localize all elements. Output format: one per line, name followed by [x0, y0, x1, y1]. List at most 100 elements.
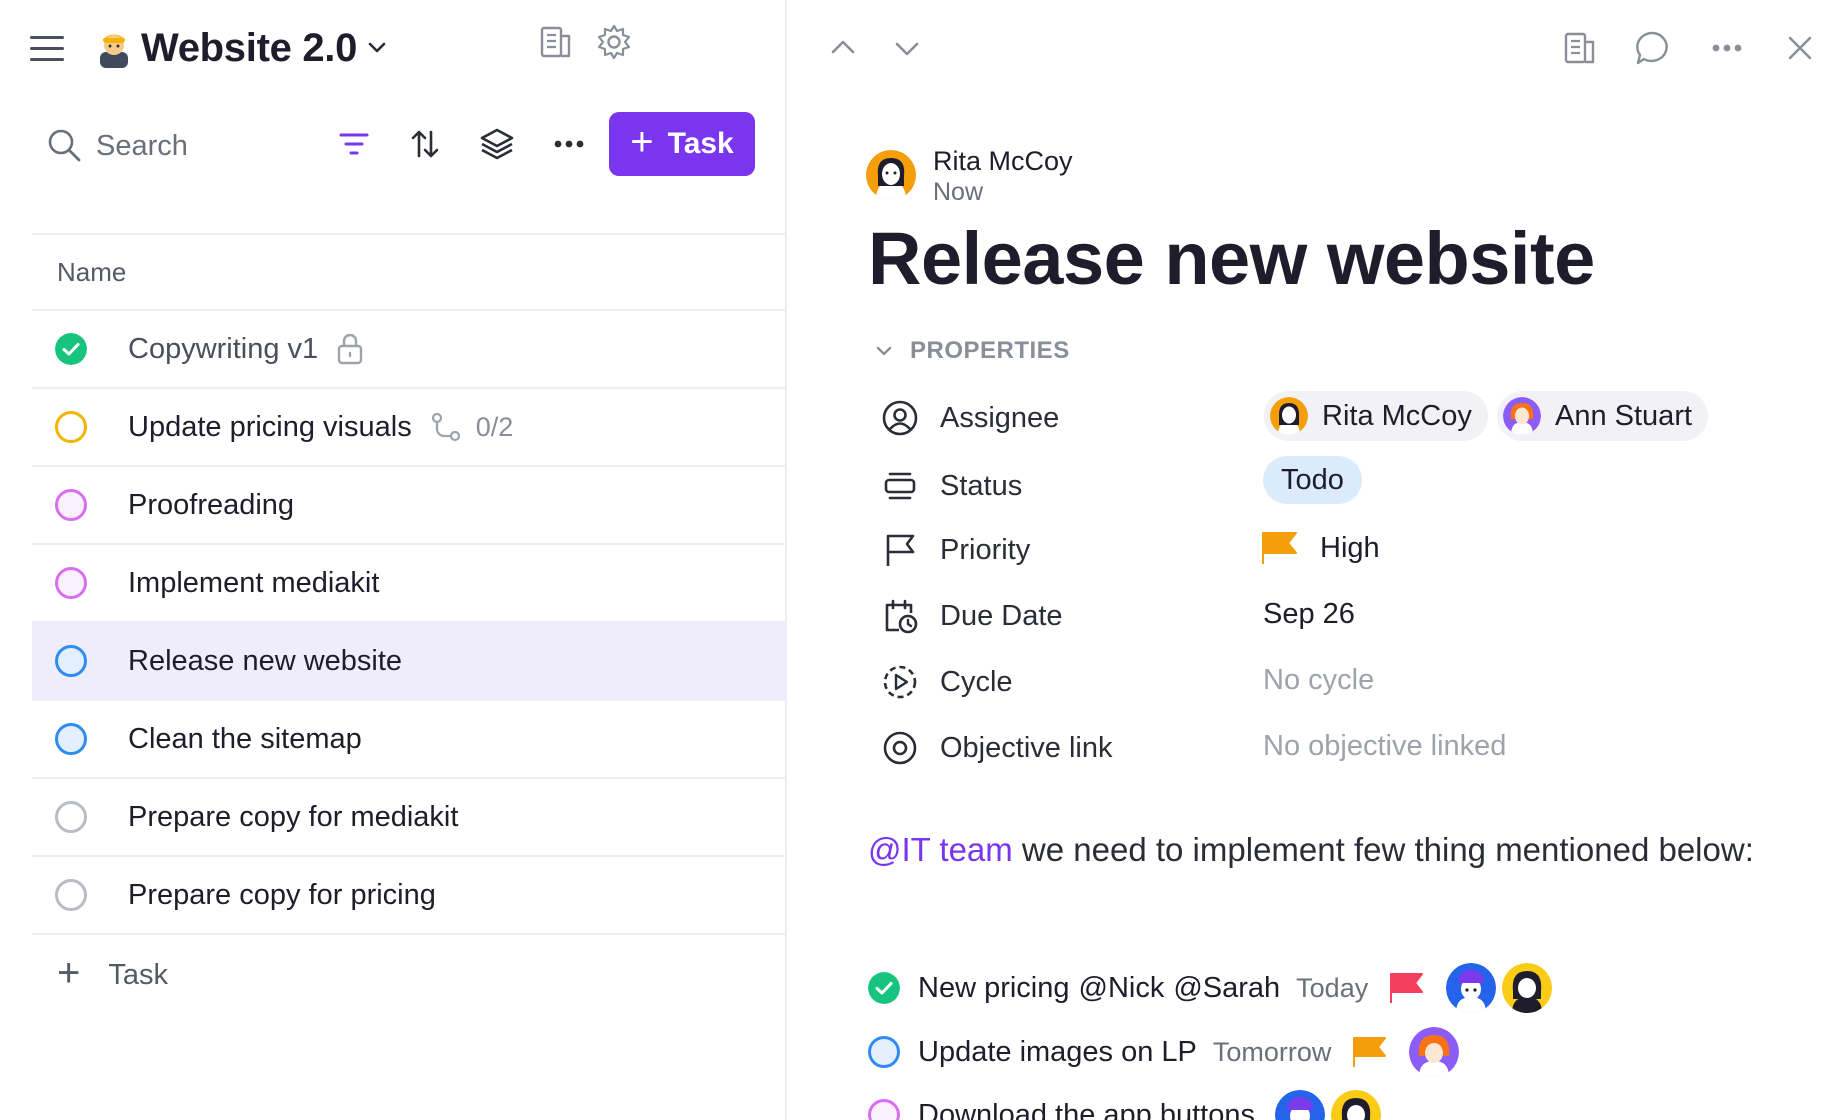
property-priority: Priority: [881, 525, 1030, 575]
property-due-date: Due Date: [881, 591, 1063, 641]
status-todo-icon[interactable]: [868, 1036, 900, 1068]
layers-icon[interactable]: [477, 124, 517, 164]
status-backlog-icon[interactable]: [55, 801, 87, 833]
assignee-name: Ann Stuart: [1555, 399, 1693, 432]
status-review-icon[interactable]: [868, 1099, 900, 1120]
avatar[interactable]: [1446, 963, 1497, 1013]
avatar[interactable]: [1502, 963, 1553, 1013]
table-row[interactable]: Copywriting v1: [32, 311, 787, 389]
chevron-down-icon[interactable]: [366, 36, 388, 58]
avatar[interactable]: [1330, 1090, 1381, 1120]
user-circle-icon: [882, 400, 918, 436]
add-task-row[interactable]: + Task: [32, 935, 787, 1015]
menu-icon[interactable]: [30, 34, 66, 64]
cycle-value[interactable]: No cycle: [1263, 664, 1374, 697]
task-list-panel: Website 2.0 Search + Task Name Copywriti…: [0, 0, 787, 1120]
gear-icon[interactable]: [594, 22, 634, 62]
table-row[interactable]: Update pricing visuals 0/2: [32, 389, 787, 467]
target-icon: [883, 731, 917, 765]
layout-icon[interactable]: [1560, 28, 1600, 68]
row-extra: [336, 332, 364, 366]
status-todo-icon[interactable]: [55, 723, 87, 755]
status-in-progress-icon[interactable]: [55, 411, 87, 443]
more-icon[interactable]: [549, 124, 589, 164]
status-todo-icon[interactable]: [55, 645, 87, 677]
checklist-item[interactable]: Update images on LP Tomorrow: [868, 1027, 1460, 1077]
check-done-icon[interactable]: [55, 333, 87, 365]
status-backlog-icon[interactable]: [55, 879, 87, 911]
property-label: Objective link: [940, 731, 1113, 764]
table-row[interactable]: Clean the sitemap: [32, 701, 787, 779]
add-task-button[interactable]: + Task: [609, 112, 755, 176]
table-row[interactable]: Prepare copy for pricing: [32, 857, 787, 935]
author-timestamp: Now: [933, 178, 984, 206]
avatar[interactable]: [1274, 1090, 1325, 1120]
task-title[interactable]: Release new website: [868, 216, 1595, 301]
assignee-avatars: [1274, 1090, 1381, 1120]
property-label: Assignee: [940, 401, 1060, 434]
checklist-item[interactable]: New pricing @Nick @Sarah Today: [868, 963, 1553, 1013]
layout-icon[interactable]: [536, 22, 576, 62]
row-label: Implement mediakit: [128, 566, 380, 599]
property-label: Priority: [940, 533, 1031, 566]
name-column-header[interactable]: Name: [32, 233, 787, 311]
chevron-up-icon[interactable]: [823, 28, 863, 68]
table-row-selected[interactable]: Release new website: [32, 623, 787, 701]
property-label: Status: [940, 469, 1023, 502]
property-label: Due Date: [940, 599, 1063, 632]
table-row[interactable]: Proofreading: [32, 467, 787, 545]
avatar: [1503, 397, 1541, 435]
status-review-icon[interactable]: [55, 489, 87, 521]
cycle-icon: [883, 665, 917, 699]
search-input[interactable]: [96, 128, 316, 164]
status-badge[interactable]: Todo: [1263, 456, 1362, 504]
description-text: we need to implement few thing mentioned…: [1012, 831, 1754, 868]
table-row[interactable]: Implement mediakit: [32, 545, 787, 623]
assignee-chip[interactable]: Ann Stuart: [1497, 391, 1709, 441]
row-label: Clean the sitemap: [128, 722, 362, 755]
chevron-down-icon: [876, 346, 892, 356]
assignee-avatars: [1409, 1027, 1460, 1077]
priority-flag-icon[interactable]: [1260, 530, 1300, 566]
mention-link[interactable]: @Sarah: [1173, 972, 1280, 1005]
properties-toggle[interactable]: PROPERTIES: [874, 337, 1070, 365]
assignee-chip[interactable]: Rita McCoy: [1264, 391, 1488, 441]
status-review-icon[interactable]: [55, 567, 87, 599]
checklist-text: Update images on LP: [918, 1035, 1197, 1068]
add-task-row-label: Task: [108, 958, 168, 991]
objective-value[interactable]: No objective linked: [1263, 730, 1506, 763]
subtasks-info: 0/2: [430, 411, 513, 443]
task-description[interactable]: @IT team we need to implement few thing …: [868, 826, 1798, 874]
comment-icon[interactable]: [1633, 28, 1673, 68]
mention-link[interactable]: @Nick: [1079, 972, 1165, 1005]
property-label: Cycle: [940, 665, 1013, 698]
row-label: Release new website: [128, 644, 403, 677]
mention-link[interactable]: @IT team: [868, 831, 1013, 868]
checklist-date: Today: [1296, 972, 1369, 1003]
search-icon: [48, 129, 81, 162]
sort-icon[interactable]: [405, 124, 445, 164]
close-icon[interactable]: [1780, 28, 1820, 68]
author-name[interactable]: Rita McCoy: [933, 146, 1073, 177]
check-done-icon[interactable]: [868, 972, 900, 1004]
priority-flag-icon[interactable]: [1351, 1035, 1389, 1069]
priority-flag-icon[interactable]: [1388, 971, 1426, 1005]
chevron-down-icon[interactable]: [887, 28, 927, 68]
project-emoji-icon: [100, 34, 128, 68]
filter-icon[interactable]: [334, 124, 374, 164]
avatar: [866, 150, 916, 200]
more-icon[interactable]: [1707, 28, 1747, 68]
lock-icon: [337, 333, 363, 365]
task-detail-panel: Rita McCoy Now Release new website PROPE…: [789, 0, 1840, 1120]
priority-value[interactable]: High: [1320, 532, 1380, 565]
plus-icon: +: [57, 951, 81, 995]
table-row[interactable]: Prepare copy for mediakit: [32, 779, 787, 857]
project-title[interactable]: Website 2.0: [141, 26, 357, 71]
property-status: Status: [881, 461, 1022, 511]
status-icon: [884, 472, 916, 500]
avatar[interactable]: [1409, 1027, 1460, 1077]
checklist-item[interactable]: Download the app buttons: [868, 1090, 1381, 1120]
due-date-value[interactable]: Sep 26: [1263, 598, 1355, 631]
project-header: Website 2.0: [0, 0, 787, 100]
row-label: Copywriting v1: [128, 332, 319, 365]
